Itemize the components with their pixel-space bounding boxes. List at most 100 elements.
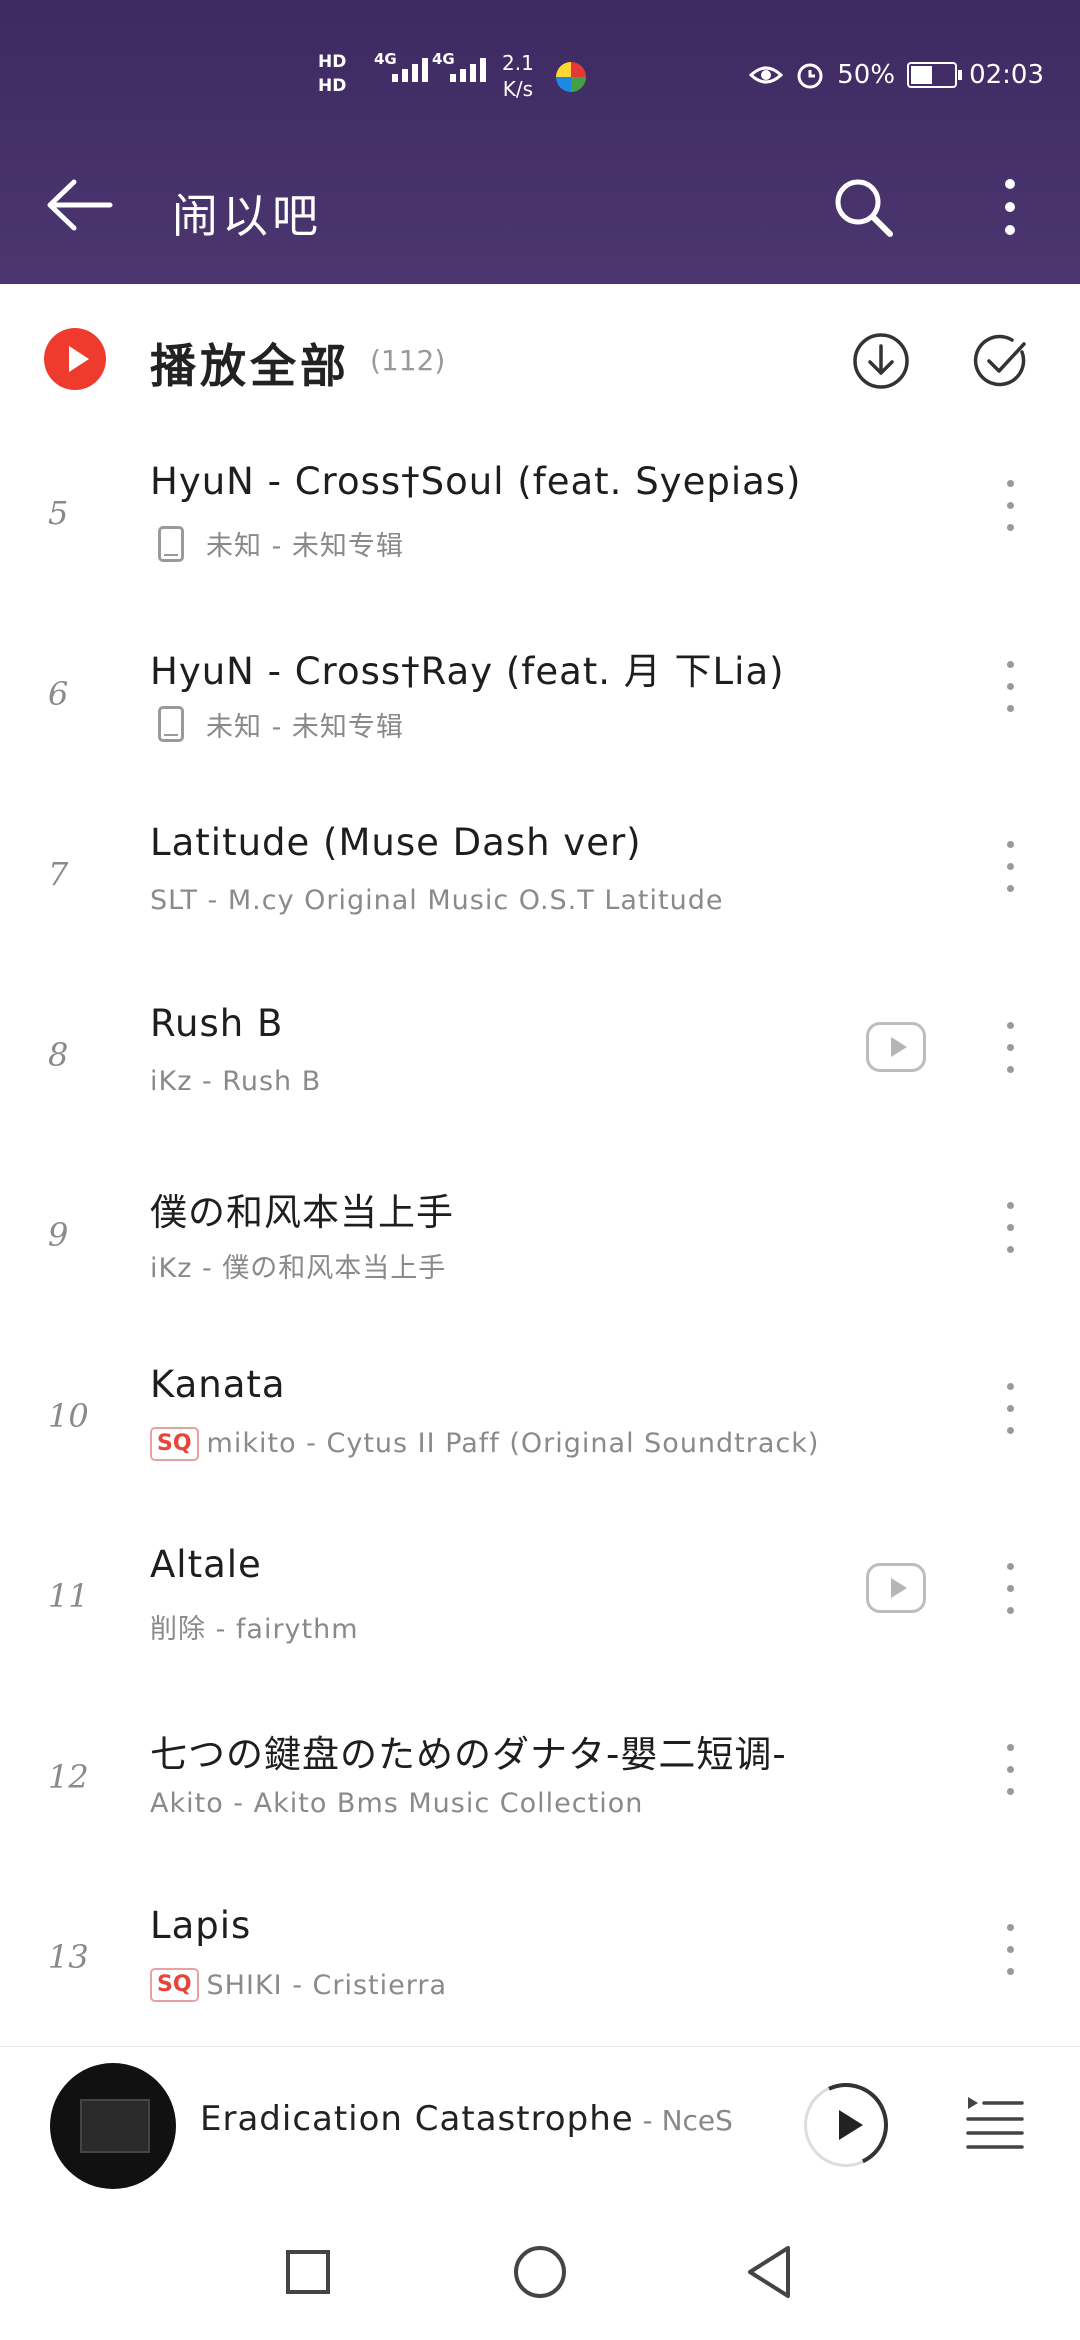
song-index: 8 <box>48 1035 69 1074</box>
playlist-queue-icon <box>966 2097 1024 2149</box>
song-artist-album: 削除 - fairythm <box>150 1614 359 1645</box>
more-options-button[interactable] <box>990 174 1030 240</box>
speed-value: 2.1 <box>502 51 534 75</box>
song-subtitle-row: 未知 - 未知专辑 <box>150 524 404 563</box>
song-row[interactable]: 10 Kanata SQ mikito - Cytus II Paff (Origin… <box>0 1327 1080 1508</box>
song-row[interactable]: 13 Lapis SQ SHIKI - Cristierra <box>0 1868 1080 2049</box>
network-speed: 2.1 K/s <box>502 50 534 102</box>
more-dot <box>1007 660 1014 668</box>
app-bar: 闹以吧 <box>0 160 1080 250</box>
song-title: Latitude (Muse Dash ver) <box>150 821 642 864</box>
song-index: 7 <box>48 855 69 893</box>
more-dot <box>1007 1043 1014 1051</box>
song-more-icon[interactable] <box>992 1377 1028 1439</box>
song-index: 5 <box>48 494 69 532</box>
music-video-icon[interactable] <box>866 1021 926 1072</box>
song-more-icon[interactable] <box>992 1918 1028 1980</box>
more-dot <box>1007 524 1014 531</box>
now-playing-separator: - <box>633 2104 662 2137</box>
song-artist-album: iKz - 僕の和风本当上手 <box>150 1253 447 1284</box>
speed-unit: K/s <box>502 77 534 101</box>
song-more-icon[interactable] <box>992 1196 1028 1258</box>
more-dot <box>1007 1607 1014 1614</box>
multi-select-button[interactable] <box>972 332 1030 390</box>
more-vert-icon <box>1005 179 1015 235</box>
more-dot <box>1007 863 1014 870</box>
more-dot <box>1007 1021 1014 1029</box>
song-more-icon[interactable] <box>992 474 1028 536</box>
hd-badge-2: HD <box>318 76 347 96</box>
song-artist-album: Akito - Akito Bms Music Collection <box>150 1787 644 1819</box>
search-icon <box>835 179 893 237</box>
song-row[interactable]: 12 七つの鍵盘のためのダナタ-嬰二短调- Akito - Akito Bms Mu… <box>0 1688 1080 1869</box>
mini-player[interactable]: Eradication Catastrophe - NceS <box>0 2046 1080 2197</box>
song-index: 12 <box>48 1757 89 1796</box>
song-row[interactable]: 8 Rush B iKz - Rush B <box>0 966 1080 1147</box>
song-subtitle-row: SQ mikito - Cytus II Paff (Original Sound… <box>150 1426 820 1461</box>
more-dot <box>1007 1065 1014 1073</box>
song-title: 七つの鍵盘のためのダナタ-嬰二短调- <box>150 1732 787 1776</box>
more-dot <box>1007 1585 1014 1592</box>
song-artist-album: iKz - Rush B <box>150 1065 322 1097</box>
song-title: Lapis <box>150 1904 252 1947</box>
song-subtitle-row: iKz - Rush B <box>150 1066 321 1097</box>
song-index: 9 <box>48 1216 69 1254</box>
more-dot <box>1007 885 1014 892</box>
song-row[interactable]: 9 僕の和风本当上手 iKz - 僕の和风本当上手 <box>0 1146 1080 1327</box>
song-count: (112) <box>370 344 446 377</box>
quality-badge: SQ <box>150 1426 199 1461</box>
system-nav-bar <box>0 2196 1080 2340</box>
song-more-icon[interactable] <box>992 835 1028 897</box>
song-more-icon[interactable] <box>992 1738 1028 1800</box>
battery-level <box>911 66 933 84</box>
song-row[interactable]: 7 Latitude (Muse Dash ver) SLT - M.cy Orig… <box>0 785 1080 966</box>
song-more-icon[interactable] <box>992 1016 1028 1078</box>
play-pause-button[interactable] <box>792 2071 900 2179</box>
song-row[interactable]: 11 Altale 削除 - fairythm <box>0 1507 1080 1688</box>
recent-apps-icon[interactable] <box>286 2250 330 2294</box>
local-device-icon <box>158 525 184 562</box>
music-video-icon[interactable] <box>866 1563 926 1613</box>
progress-ring <box>792 2071 900 2179</box>
more-dot <box>1007 682 1014 690</box>
play-circle-icon[interactable] <box>44 328 106 390</box>
now-playing-info[interactable]: Eradication Catastrophe - NceS <box>200 2099 733 2139</box>
back-icon[interactable] <box>744 2244 794 2300</box>
song-more-icon[interactable] <box>992 1557 1028 1619</box>
more-dot <box>1007 1765 1014 1773</box>
more-dot <box>1007 1382 1014 1390</box>
playlist-queue-button[interactable] <box>964 2091 1026 2153</box>
status-bar: HD HD 4G 4G 2.1 K/s 50% 02:03 <box>0 44 1080 114</box>
play-all-label[interactable]: 播放全部 <box>150 330 350 396</box>
song-title: HyuN - Cross†Ray (feat. 月 下Lia) <box>150 649 785 693</box>
more-dot <box>1007 480 1014 487</box>
eye-icon <box>749 66 784 84</box>
app-notification-icon <box>556 62 586 92</box>
more-dot <box>1007 1404 1014 1412</box>
song-artist-album: 未知 - 未知专辑 <box>206 711 404 743</box>
search-button[interactable] <box>830 174 896 240</box>
song-artist-album: mikito - Cytus II Paff (Original Soundtr… <box>206 1428 820 1459</box>
page-title: 闹以吧 <box>172 189 322 243</box>
clock: 02:03 <box>969 60 1044 90</box>
more-dot <box>1007 1968 1014 1975</box>
song-title: Kanata <box>150 1362 286 1406</box>
battery-icon <box>907 62 963 88</box>
download-icon <box>853 333 909 389</box>
more-dot <box>1007 1246 1014 1253</box>
multi-select-check-icon <box>973 334 1026 387</box>
song-more-icon[interactable] <box>992 655 1028 717</box>
song-row[interactable]: 5 HyuN - Cross†Soul (feat. Syepias) 未知 - 未… <box>0 424 1080 605</box>
back-button[interactable] <box>44 160 124 250</box>
now-playing-artist: NceS <box>661 2104 733 2137</box>
song-row[interactable]: 6 HyuN - Cross†Ray (feat. 月 下Lia) 未知 - 未知专… <box>0 605 1080 786</box>
more-dot <box>1007 1202 1014 1209</box>
more-dot <box>1007 1563 1014 1570</box>
song-subtitle-row: 削除 - fairythm <box>150 1607 359 1646</box>
signal-bars-1-icon <box>392 58 428 82</box>
song-index: 6 <box>48 674 69 713</box>
home-icon[interactable] <box>514 2246 566 2298</box>
song-subtitle-row: 未知 - 未知专辑 <box>150 705 404 744</box>
album-art-disc[interactable] <box>50 2063 176 2189</box>
download-button[interactable] <box>852 332 910 390</box>
